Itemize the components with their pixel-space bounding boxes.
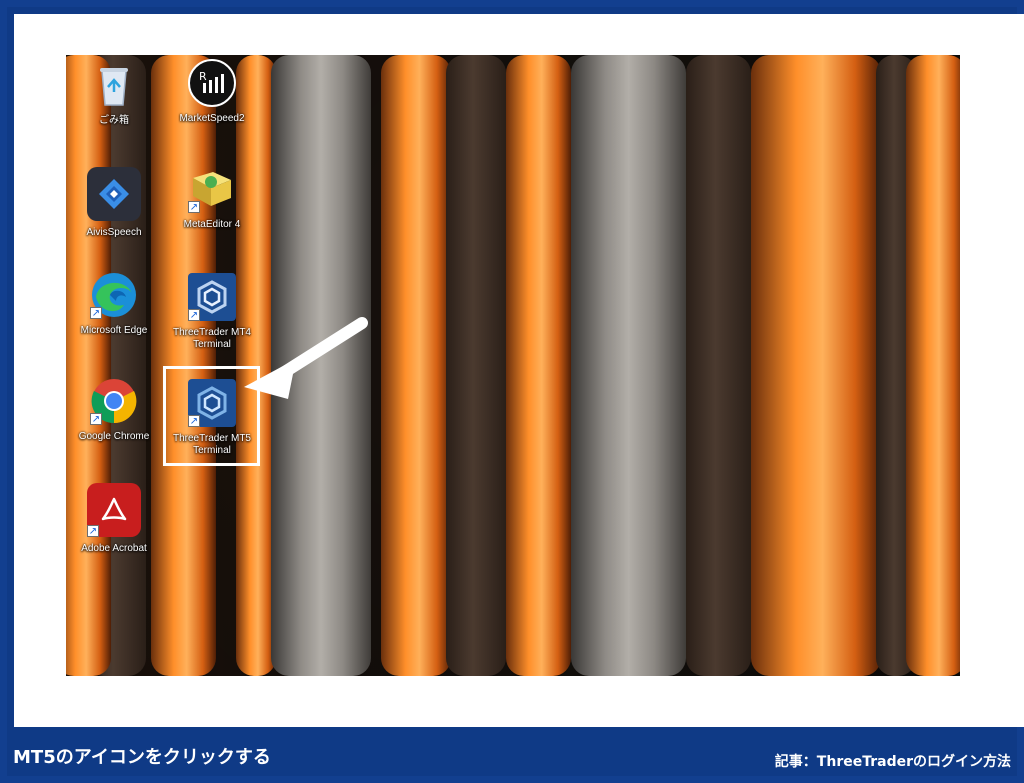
shortcut-arrow-icon: ↗ <box>188 309 200 321</box>
desktop-icon-microsoft-edge[interactable]: ↗ Microsoft Edge <box>66 271 164 367</box>
marketspeed2-icon: R <box>188 59 236 107</box>
desktop-icon-label: ごみ箱 <box>99 115 129 126</box>
desktop-icon-adobe-acrobat[interactable]: ↗ Adobe Acrobat <box>66 483 164 579</box>
desktop-icon-label: AivisSpeech <box>86 227 142 238</box>
desktop-icon-google-chrome[interactable]: ↗ Google Chrome <box>66 377 164 473</box>
desktop-icon-aivisspeech[interactable]: AivisSpeech <box>66 167 164 263</box>
desktop-icon-label: Microsoft Edge <box>80 325 148 336</box>
recycle-bin-icon <box>90 61 138 109</box>
svg-text:R: R <box>199 70 207 83</box>
desktop-icon-recycle-bin[interactable]: ごみ箱 <box>66 61 164 157</box>
pointer-arrow-icon <box>244 317 368 399</box>
desktop-icon-label: Google Chrome <box>78 431 150 442</box>
desktop-icon-marketspeed2[interactable]: R MarketSpeed2 <box>162 59 262 155</box>
aivisspeech-icon <box>87 167 141 221</box>
shortcut-arrow-icon: ↗ <box>87 525 99 537</box>
desktop-icon-metaeditor4[interactable]: ↗ MetaEditor 4 <box>162 165 262 261</box>
shortcut-arrow-icon: ↗ <box>90 413 102 425</box>
caption-title: MT5のアイコンをクリックする <box>13 747 271 768</box>
desktop-icon-label: MarketSpeed2 <box>179 113 245 124</box>
desktop-icon-label: MetaEditor 4 <box>183 219 241 230</box>
caption-source: 記事：ThreeTraderのログイン方法 <box>774 754 1011 770</box>
threetrader-mt4-icon: ↗ <box>188 273 236 321</box>
google-chrome-icon: ↗ <box>90 377 138 425</box>
shortcut-arrow-icon: ↗ <box>188 201 200 213</box>
metaeditor-icon: ↗ <box>188 165 236 213</box>
shortcut-arrow-icon: ↗ <box>90 307 102 319</box>
desktop-icon-label: Adobe Acrobat <box>81 543 147 554</box>
microsoft-edge-icon: ↗ <box>90 271 138 319</box>
adobe-acrobat-icon: ↗ <box>87 483 141 537</box>
